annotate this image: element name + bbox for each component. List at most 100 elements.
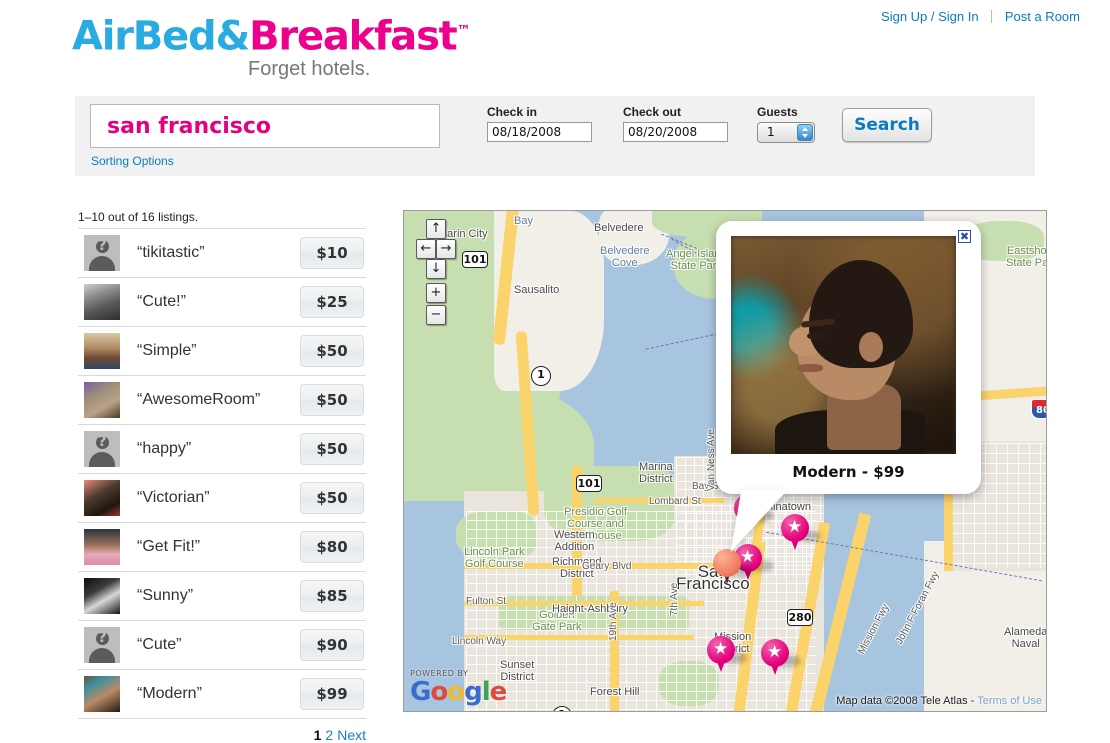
listing-price-button[interactable]: $50 [300, 384, 364, 416]
listing-row[interactable]: “Cute!” $25 [78, 277, 366, 326]
map-grid-line [466, 574, 816, 575]
map-grid-line [466, 682, 816, 683]
map-container[interactable]: Marin City Bay Belvedere Belvedere Cove Ange… [403, 210, 1047, 712]
listing-price-button[interactable]: $50 [300, 335, 364, 367]
map-attribution: Map data ©2008 Tele Atlas - Terms of Use [836, 695, 1042, 707]
map-pan-up-icon[interactable]: ↑ [426, 219, 446, 239]
post-a-room-link[interactable]: Post a Room [1005, 9, 1080, 24]
map-grid-line [516, 511, 517, 711]
map-pan-right-icon[interactable]: → [436, 239, 456, 259]
avatar-placeholder-icon: ? [84, 431, 120, 467]
avatar [84, 480, 120, 516]
listing-title: “Cute!” [137, 293, 186, 310]
map-grid-line [952, 513, 1046, 514]
listing-title: “Sunny” [137, 587, 194, 604]
search-button[interactable]: Search [842, 108, 932, 142]
map-pan-left-icon[interactable]: ← [416, 239, 436, 259]
guests-stepper[interactable]: 1 [757, 122, 815, 143]
listing-row[interactable]: ? “tikitastic” $10 [78, 228, 366, 277]
listing-title: “Victorian” [137, 489, 210, 506]
checkin-field-group: Check in [487, 105, 592, 142]
header-links: Sign Up / Sign In Post a Room [881, 9, 1080, 24]
map-road-19th [610, 591, 619, 711]
pagination-next[interactable]: Next [337, 727, 366, 743]
listing-title: “Simple” [137, 342, 197, 359]
search-bar-panel: Sorting Options Check in Check out Guest… [75, 96, 1035, 176]
map-grid-line [536, 511, 537, 711]
map-marker-pin-icon[interactable]: ★ [781, 514, 821, 552]
listing-row[interactable]: ? “happy” $50 [78, 424, 366, 473]
map-grid-line [666, 511, 667, 711]
logo-text: AirBed&Breakfast™ [72, 8, 471, 59]
map-grid-line [606, 511, 607, 711]
guests-stepper-arrows-icon[interactable] [797, 124, 813, 141]
listing-price-button[interactable]: $90 [300, 629, 364, 661]
map-grid-line [626, 511, 627, 711]
listing-title: “AwesomeRoom” [137, 391, 261, 408]
avatar [84, 333, 120, 369]
map-grid-line [466, 700, 816, 701]
map-grid-line [1029, 443, 1030, 568]
listings-count: 1–10 out of 16 listings. [78, 210, 199, 224]
listing-price-button[interactable]: $25 [300, 286, 364, 318]
map-grid-line [1007, 443, 1008, 568]
listing-price-button[interactable]: $99 [300, 678, 364, 710]
map-grid-line [556, 511, 557, 711]
map-zoom-in-icon[interactable]: + [426, 283, 446, 303]
map-pan-zoom-controls[interactable]: ↑ ← → ↓ + − [416, 219, 456, 325]
map-grid-line [726, 511, 727, 711]
google-logo: POWERED BY Google [410, 670, 507, 707]
header-link-divider [991, 10, 993, 23]
map-zoom-out-icon[interactable]: − [426, 305, 446, 325]
logo-trademark: ™ [456, 23, 471, 39]
map-highway-shield: 1 [531, 366, 551, 386]
map-grid-line [1040, 443, 1041, 568]
listing-row[interactable]: “Modern” $99 [78, 669, 366, 718]
checkout-field-group: Check out [623, 105, 728, 142]
listing-row[interactable]: “Sunny” $85 [78, 571, 366, 620]
close-icon[interactable]: ✖ [958, 230, 971, 243]
guests-field-group: Guests 1 [757, 105, 815, 143]
map-road-lincoln-way [464, 635, 694, 640]
listing-row[interactable]: “Victorian” $50 [78, 473, 366, 522]
map-highway-shield: 80 [1031, 399, 1046, 419]
map-pan-down-icon[interactable]: ↓ [426, 259, 446, 279]
map-grid-line [952, 563, 1046, 564]
listing-row[interactable]: ? “Cute” $90 [78, 620, 366, 669]
listing-row[interactable]: “Get Fit!” $80 [78, 522, 366, 571]
map-grid-line [636, 511, 637, 711]
listing-title: “Get Fit!” [137, 538, 201, 555]
map-grid-line [466, 592, 816, 593]
google-wordmark: Google [410, 677, 507, 707]
pagination: 1 2 Next [78, 718, 366, 743]
pagination-current-page: 1 [313, 727, 322, 743]
map-info-popup[interactable]: ✖ Modern - $99 [716, 221, 981, 552]
map-marker-selected[interactable]: ★ [713, 549, 753, 587]
sign-up-sign-in-link[interactable]: Sign Up / Sign In [881, 9, 979, 24]
checkin-input[interactable] [487, 122, 592, 142]
map-attribution-text: Map data ©2008 Tele Atlas - [836, 695, 975, 707]
map-grid-line [566, 511, 567, 711]
listing-price-button[interactable]: $10 [300, 237, 364, 269]
map-grid-line [466, 610, 816, 611]
listing-price-button[interactable]: $50 [300, 482, 364, 514]
terms-of-use-link[interactable]: Terms of Use [977, 695, 1042, 707]
map-highway-shield: 280 [787, 609, 813, 626]
listing-price-button[interactable]: $50 [300, 433, 364, 465]
listing-price-button[interactable]: $85 [300, 580, 364, 612]
listing-price-button[interactable]: $80 [300, 531, 364, 563]
search-query-input[interactable] [90, 104, 440, 148]
listings-panel: 1–10 out of 16 listings. ? “tikitastic” $1… [78, 210, 366, 743]
map-grid-line [676, 457, 677, 577]
map-grid-line [952, 553, 1046, 554]
sorting-options-link[interactable]: Sorting Options [91, 154, 174, 168]
pagination-page-2[interactable]: 2 [325, 727, 333, 743]
listing-row[interactable]: “AwesomeRoom” $50 [78, 375, 366, 424]
map-marker-pin-icon[interactable]: ★ [761, 639, 801, 677]
listing-row[interactable]: “Simple” $50 [78, 326, 366, 375]
map-marker-pin-icon[interactable]: ★ [707, 636, 747, 674]
checkout-input[interactable] [623, 122, 728, 142]
listings-list: ? “tikitastic” $10 “Cute!” $25 “Simple” $50 “Aw… [78, 228, 366, 718]
map-grid-line [686, 511, 687, 711]
map-road-lombard [594, 498, 724, 503]
